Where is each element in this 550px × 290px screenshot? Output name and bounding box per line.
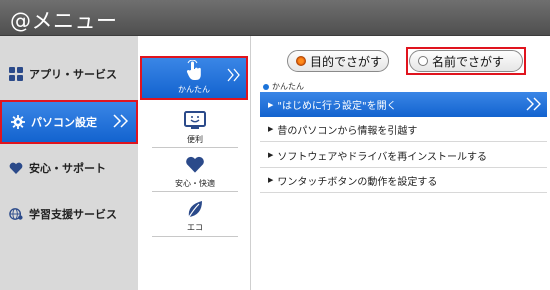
search-by-purpose-label: 目的でさがす bbox=[310, 54, 383, 69]
sidebar-item-pc-settings[interactable]: パソコン設定 bbox=[0, 100, 138, 144]
action-open-initial-setup[interactable]: ▶ "はじめに行う設定"を開く bbox=[260, 92, 547, 117]
triangle-right-icon: ▶ bbox=[268, 176, 274, 184]
sidebar-item-safety-support[interactable]: 安心・サポート bbox=[0, 146, 138, 190]
subcategory-label: 安心・快適 bbox=[175, 179, 215, 188]
sidebar-item-apps-services[interactable]: アプリ・サービス bbox=[0, 52, 138, 96]
sidebar-item-learning-support[interactable]: 学習支援サービス bbox=[0, 192, 138, 236]
action-label: ソフトウェアやドライバを再インストールする bbox=[277, 151, 487, 163]
radio-unselected-icon bbox=[418, 56, 428, 66]
action-label: ワンタッチボタンの動作を設定する bbox=[277, 176, 438, 188]
triangle-right-icon: ▶ bbox=[268, 151, 274, 159]
triangle-right-icon: ▶ bbox=[268, 100, 274, 109]
monitor-smile-icon bbox=[184, 108, 206, 134]
action-configure-one-touch-button[interactable]: ▶ ワンタッチボタンの動作を設定する bbox=[260, 168, 547, 193]
divider bbox=[152, 236, 238, 237]
category-sidebar: アプリ・サービス パソコン設定 安心・サポート 学習支援サービス bbox=[0, 36, 138, 290]
subcategory-column: かんたん 便利 安心・快適 エコ bbox=[138, 36, 250, 290]
leaf-icon bbox=[186, 196, 204, 222]
sidebar-item-label: パソコン設定 bbox=[31, 116, 97, 129]
search-by-name-label: 名前でさがす bbox=[432, 54, 505, 69]
triangle-right-icon: ▶ bbox=[268, 125, 274, 133]
double-chevron-right-icon bbox=[226, 68, 242, 84]
section-label-text: かんたん bbox=[272, 82, 304, 91]
action-migrate-from-old-pc[interactable]: ▶ 昔のパソコンから情報を引越す bbox=[260, 117, 547, 142]
sidebar-item-label: アプリ・サービス bbox=[29, 68, 117, 81]
sidebar-item-label: 安心・サポート bbox=[29, 162, 106, 175]
subcategory-safe-comfort[interactable]: 安心・快適 bbox=[144, 146, 246, 192]
subcategory-label: 便利 bbox=[187, 135, 203, 144]
heart-icon bbox=[185, 152, 205, 178]
subcategory-eco[interactable]: エコ bbox=[144, 190, 246, 236]
section-heading: かんたん bbox=[263, 81, 304, 92]
subcategory-easy[interactable]: かんたん bbox=[140, 56, 248, 100]
double-chevron-right-icon bbox=[112, 114, 130, 131]
sidebar-item-label: 学習支援サービス bbox=[29, 208, 117, 221]
search-by-name-radio[interactable]: 名前でさがす bbox=[409, 50, 523, 72]
action-label: 昔のパソコンから情報を引越す bbox=[277, 125, 418, 137]
apps-grid-icon bbox=[9, 67, 23, 81]
content-panel: 目的でさがす 名前でさがす かんたん ▶ "はじめに行う設定"を開く ▶ 昔のパ… bbox=[250, 36, 550, 290]
globe-icon bbox=[9, 207, 23, 221]
gear-icon bbox=[11, 115, 25, 129]
subcategory-label: エコ bbox=[187, 223, 203, 232]
search-by-purpose-radio[interactable]: 目的でさがす bbox=[287, 50, 389, 72]
bullet-dot-icon bbox=[263, 83, 269, 90]
action-reinstall-software[interactable]: ▶ ソフトウェアやドライバを再インストールする bbox=[260, 143, 547, 168]
title-bar: @メニュー bbox=[0, 0, 550, 36]
double-chevron-right-icon bbox=[525, 97, 543, 114]
radio-selected-icon bbox=[296, 56, 306, 66]
hand-tap-icon bbox=[184, 58, 204, 84]
window-title: @メニュー bbox=[10, 9, 118, 33]
subcategory-convenient[interactable]: 便利 bbox=[144, 102, 246, 148]
heart-icon bbox=[9, 161, 23, 175]
action-label: "はじめに行う設定"を開く bbox=[277, 101, 397, 112]
subcategory-label: かんたん bbox=[178, 85, 210, 94]
